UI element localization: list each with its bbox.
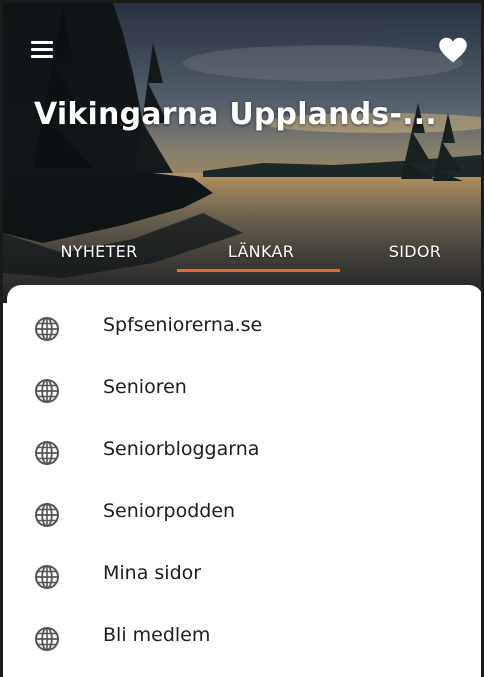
list-item-bli-medlem[interactable]: Bli medlem xyxy=(7,609,477,665)
tab-sidor[interactable]: SIDOR xyxy=(375,235,455,275)
globe-icon xyxy=(35,503,59,527)
link-label: Mina sidor xyxy=(103,562,202,584)
tab-nyheter[interactable]: NYHETER xyxy=(47,235,151,275)
links-list: Spfseniorerna.se Senioren Seniorbloggarn… xyxy=(7,285,481,677)
link-label: Bli medlem xyxy=(103,624,211,646)
list-item-seniorbloggarna[interactable]: Seniorbloggarna xyxy=(7,423,477,479)
globe-icon xyxy=(35,565,59,589)
link-label: Seniorpodden xyxy=(103,500,236,522)
heart-icon[interactable] xyxy=(438,36,468,64)
link-label: Spfseniorerna.se xyxy=(103,314,263,336)
globe-icon xyxy=(35,317,59,341)
hamburger-menu-icon[interactable] xyxy=(29,37,59,63)
list-item-seniorpodden[interactable]: Seniorpodden xyxy=(7,485,477,541)
list-item-mina-sidor[interactable]: Mina sidor xyxy=(7,547,477,603)
link-label: Senioren xyxy=(103,376,187,398)
globe-icon xyxy=(35,441,59,465)
active-tab-indicator xyxy=(177,269,340,272)
globe-icon xyxy=(35,627,59,651)
page-title: Vikingarna Upplands-... xyxy=(34,97,437,132)
header-banner: Vikingarna Upplands-... NYHETER LÄNKAR S… xyxy=(3,3,481,303)
link-label: Seniorbloggarna xyxy=(103,438,260,460)
list-item-spfseniorerna[interactable]: Spfseniorerna.se xyxy=(7,299,477,355)
list-item-senioren[interactable]: Senioren xyxy=(7,361,477,417)
globe-icon xyxy=(35,379,59,403)
app-screen: Vikingarna Upplands-... NYHETER LÄNKAR S… xyxy=(0,0,484,677)
